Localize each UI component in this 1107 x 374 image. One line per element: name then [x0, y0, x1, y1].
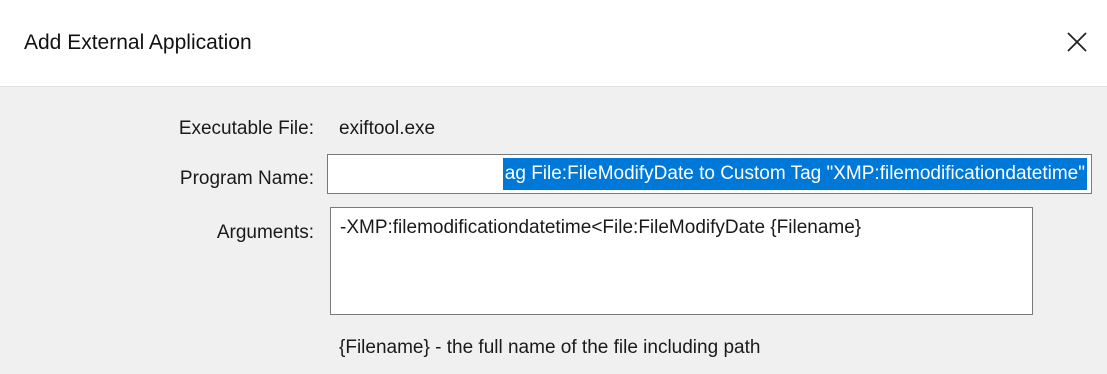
arguments-input[interactable]: -XMP:filemodificationdatetime<File:FileM…: [330, 207, 1033, 315]
close-button[interactable]: [1057, 22, 1097, 62]
arguments-label: Arguments:: [216, 222, 314, 243]
title-bar: Add External Application: [0, 0, 1107, 87]
add-external-application-dialog: Add External Application Executable File…: [0, 0, 1107, 374]
filename-hint: {Filename} - the full name of the file i…: [339, 337, 761, 358]
close-icon: [1067, 32, 1087, 52]
program-name-input[interactable]: ag File:FileModifyDate to Custom Tag "XM…: [327, 154, 1092, 194]
executable-file-label: Executable File:: [178, 118, 314, 139]
dialog-title: Add External Application: [24, 31, 252, 54]
program-name-label: Program Name:: [179, 168, 314, 189]
program-name-selected-text: ag File:FileModifyDate to Custom Tag "XM…: [502, 158, 1087, 190]
executable-file-value: exiftool.exe: [339, 118, 436, 139]
